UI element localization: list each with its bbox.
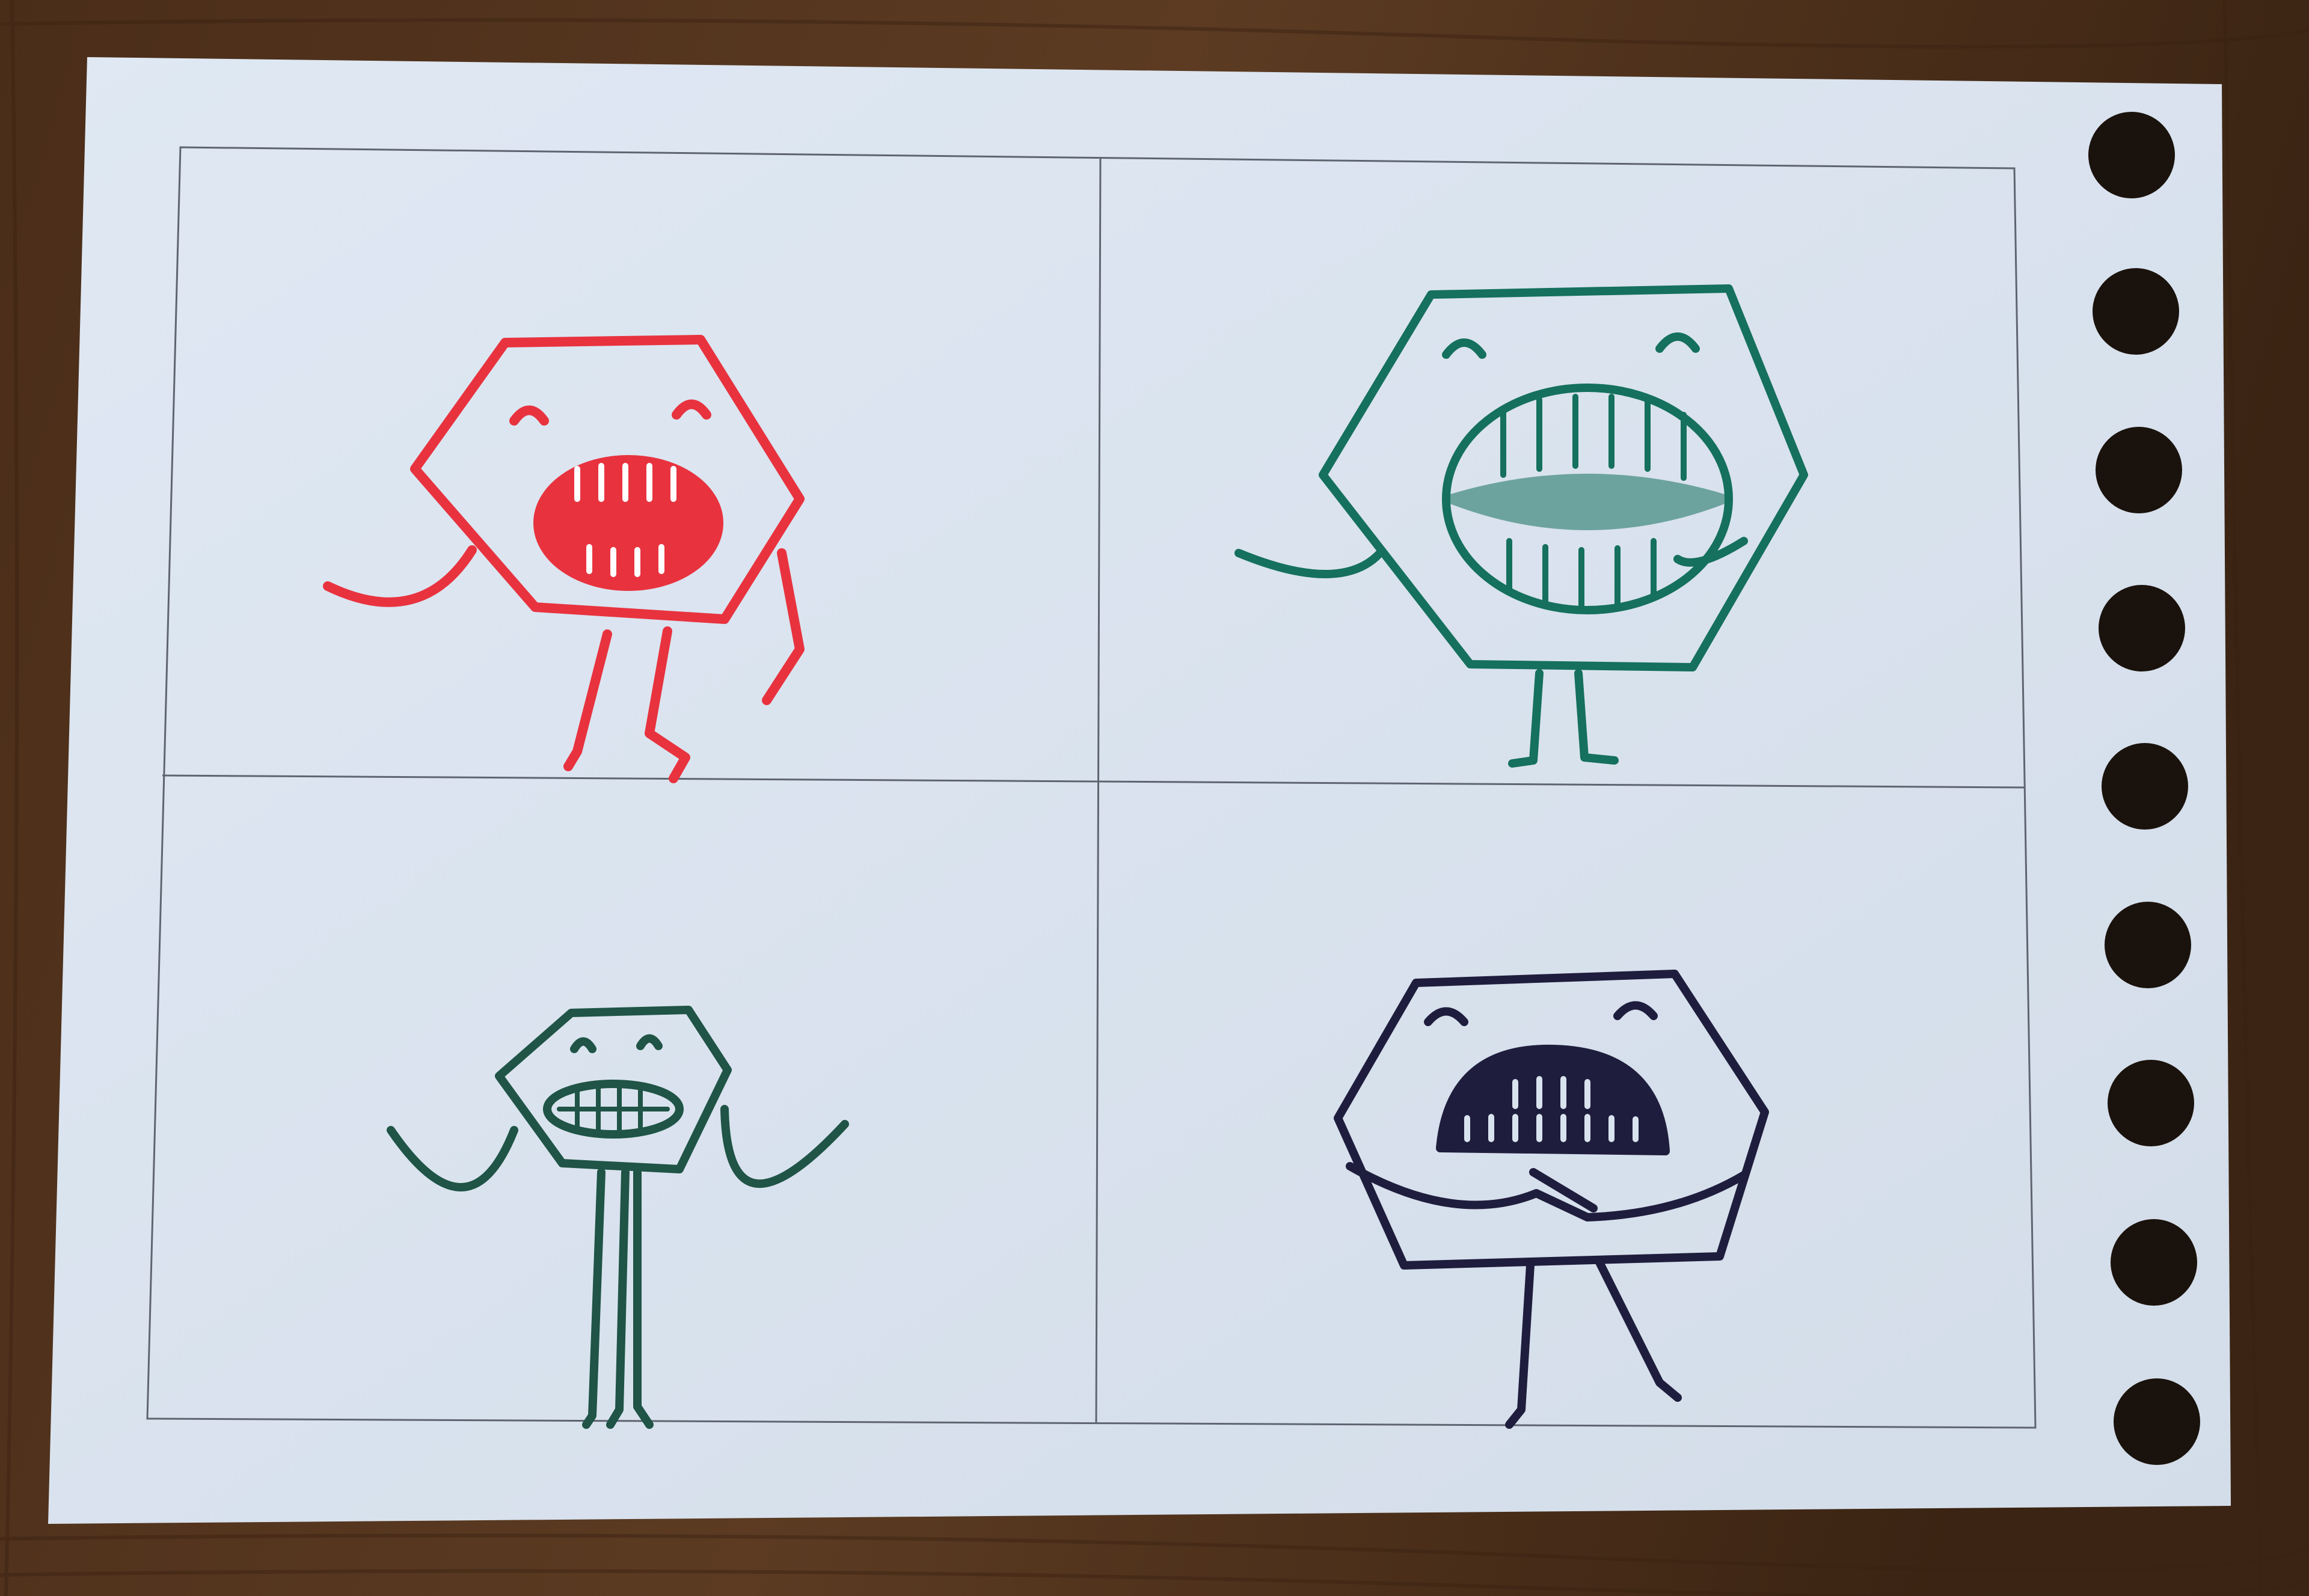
binder-hole — [2093, 268, 2179, 355]
binder-hole — [2114, 1378, 2200, 1465]
binder-hole — [2105, 902, 2191, 988]
binder-hole — [2088, 112, 2175, 198]
binder-hole — [2099, 585, 2185, 671]
scene-svg — [0, 0, 2309, 1596]
paper-sheet — [48, 57, 2231, 1524]
binder-hole — [2102, 743, 2188, 830]
binder-hole — [2111, 1219, 2197, 1306]
photo-scene — [0, 0, 2309, 1596]
binder-hole — [2108, 1060, 2194, 1146]
binder-hole — [2096, 427, 2182, 513]
